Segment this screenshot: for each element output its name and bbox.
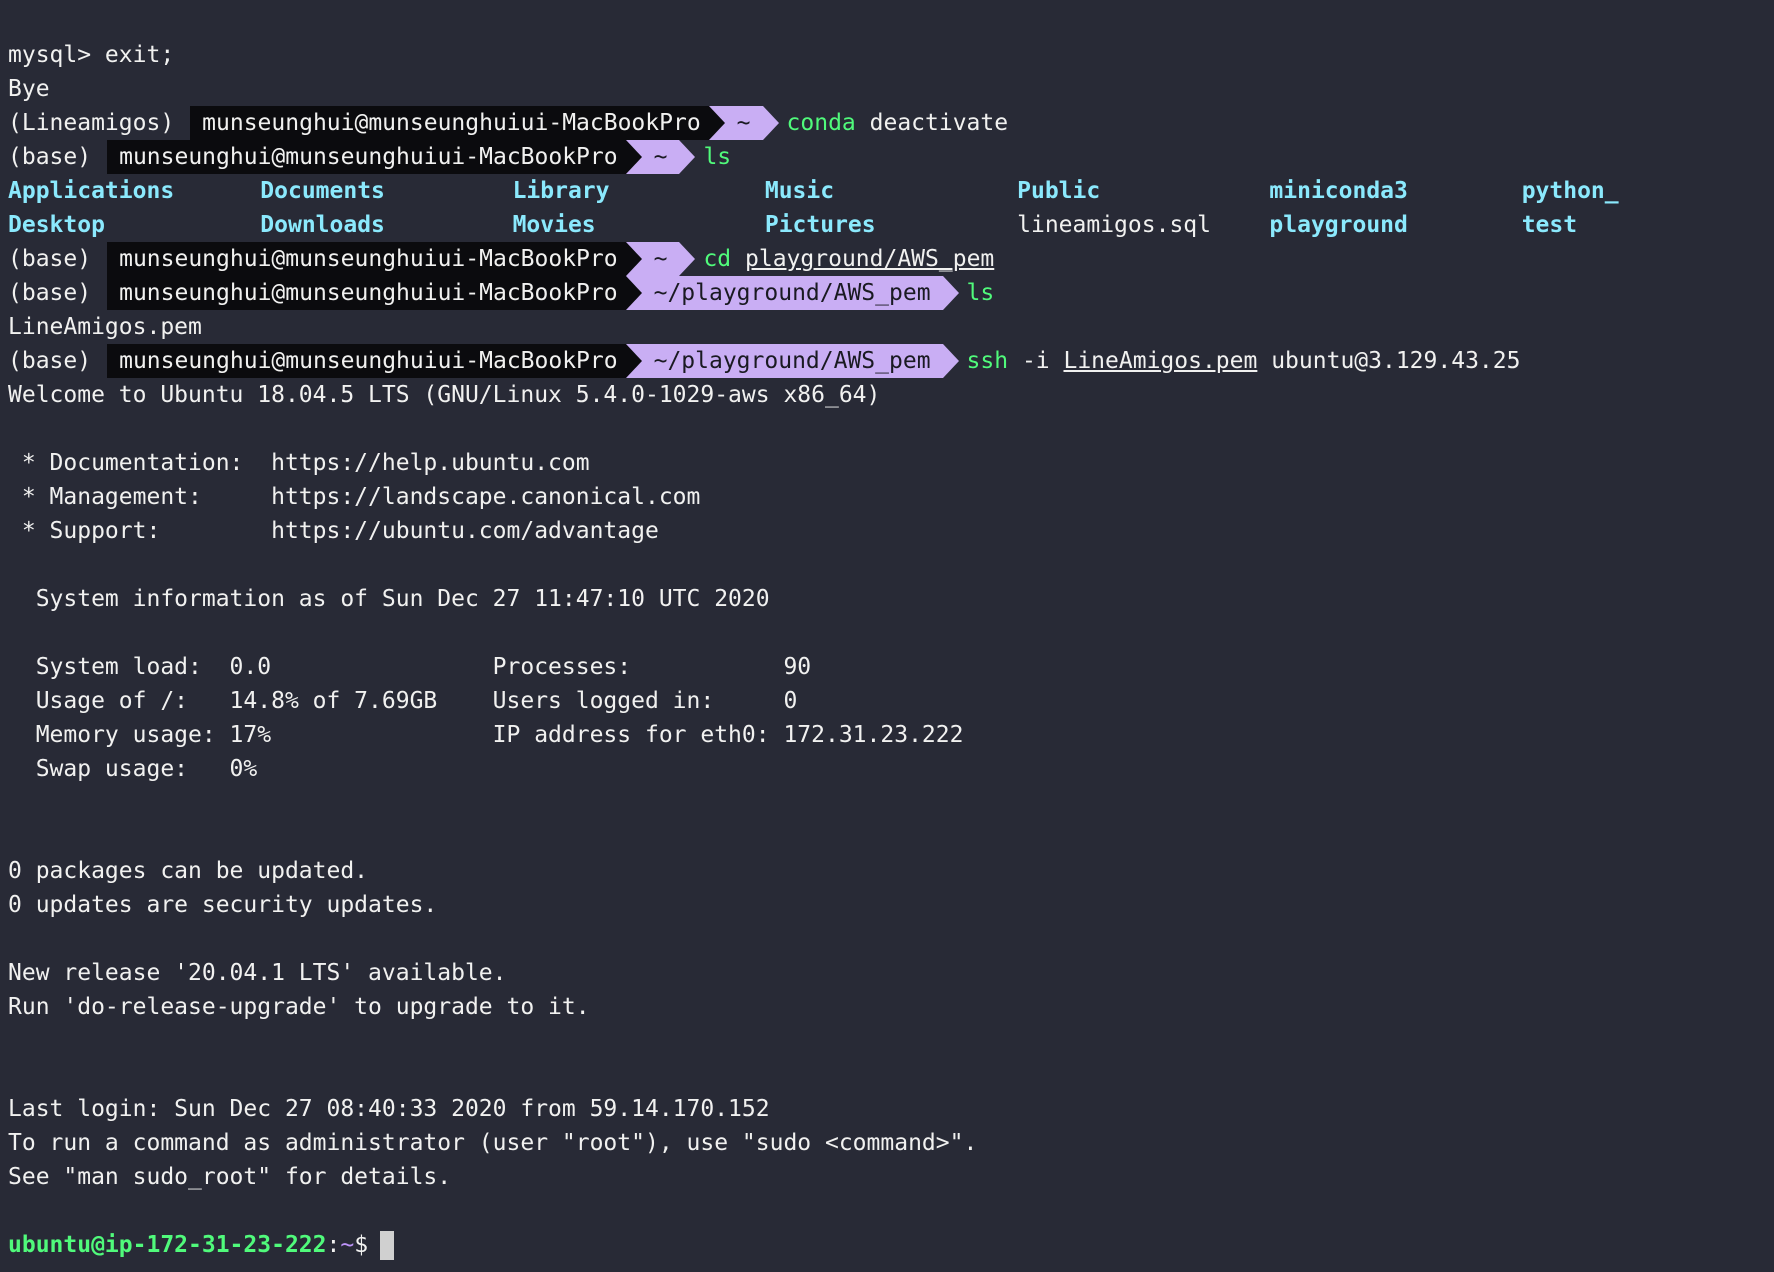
upgrade-hint: Run 'do-release-upgrade' to upgrade to i… — [8, 994, 590, 1020]
output-line: LineAmigos.pem — [8, 310, 1774, 344]
packages-status: 0 packages can be updated. — [8, 858, 369, 884]
prompt-line: (base) munseunghui@munseunghuiui-MacBook… — [8, 276, 1774, 310]
security-updates-status: 0 updates are security updates. — [8, 892, 438, 918]
remote-prompt-line[interactable]: ubuntu@ip-172-31-23-222:~$ — [8, 1228, 1774, 1262]
command: cd playground/AWS_pem — [679, 242, 994, 276]
output-line: System load: 0.0 Processes: 90 — [8, 650, 1774, 684]
env-name: (base) — [8, 144, 92, 170]
command-host-arg: ubuntu@3.129.43.25 — [1257, 348, 1521, 374]
ls-directory-entry: Downloads — [260, 212, 385, 238]
env-name: (base) — [8, 280, 92, 306]
prompt-directory: ~/playground/AWS_pem — [625, 276, 959, 310]
ls-directory-entry: python_ — [1521, 178, 1619, 204]
ls-directory-entry: Public — [1017, 178, 1101, 204]
output-line: To run a command as administrator (user … — [8, 1126, 1774, 1160]
mysql-exit-text: mysql> exit; — [8, 42, 175, 68]
command-name: ls — [966, 280, 995, 306]
output-line: Last login: Sun Dec 27 08:40:33 2020 fro… — [8, 1092, 1774, 1126]
welcome-banner: Welcome to Ubuntu 18.04.5 LTS (GNU/Linux… — [8, 382, 881, 408]
system-stat-line: Memory usage: 17% IP address for eth0: 1… — [8, 722, 964, 748]
command-key-arg: LineAmigos.pem — [1063, 348, 1258, 374]
prompt-line: (base) munseunghui@munseunghuiui-MacBook… — [8, 140, 1774, 174]
output-line: Memory usage: 17% IP address for eth0: 1… — [8, 718, 1774, 752]
system-stat-line: Usage of /: 14.8% of 7.69GB Users logged… — [8, 688, 798, 714]
bye-text: Bye — [8, 76, 50, 102]
output-line: Usage of /: 14.8% of 7.69GB Users logged… — [8, 684, 1774, 718]
output-line: 0 packages can be updated. — [8, 854, 1774, 888]
env-name: (base) — [8, 246, 92, 272]
pem-file-listing: LineAmigos.pem — [8, 314, 202, 340]
ls-directory-entry: Pictures — [764, 212, 876, 238]
command-name: ls — [703, 144, 732, 170]
env-name: (base) — [8, 348, 92, 374]
ls-output-row: Desktop Downloads Movies Pictures lineamigos… — [8, 208, 1774, 242]
ls-directory-entry: Documents — [260, 178, 385, 204]
support-link: * Support: https://ubuntu.com/advantage — [8, 518, 659, 544]
documentation-link: * Documentation: https://help.ubuntu.com — [8, 450, 590, 476]
ls-directory-entry: Applications — [8, 178, 175, 204]
output-line: Welcome to Ubuntu 18.04.5 LTS (GNU/Linux… — [8, 378, 1774, 412]
output-line: Bye — [8, 72, 1774, 106]
output-line: Run 'do-release-upgrade' to upgrade to i… — [8, 990, 1774, 1024]
prompt-directory: ~ — [625, 140, 696, 174]
prompt-user-host: munseunghui@munseunghuiui-MacBookPro — [190, 106, 713, 140]
system-info-header: System information as of Sun Dec 27 11:4… — [8, 586, 770, 612]
terminal-window[interactable]: mysql> exit; Bye (Lineamigos) munseunghu… — [0, 0, 1774, 1272]
prompt-user-host: munseunghui@munseunghuiui-MacBookPro — [107, 140, 630, 174]
management-link: * Management: https://landscape.canonica… — [8, 484, 701, 510]
ls-directory-entry: Music — [764, 178, 835, 204]
command-args: deactivate — [855, 110, 1009, 136]
output-line: System information as of Sun Dec 27 11:4… — [8, 582, 1774, 616]
prompt-user-host: munseunghui@munseunghuiui-MacBookPro — [107, 242, 630, 276]
prompt-line: (base) munseunghui@munseunghuiui-MacBook… — [8, 242, 1774, 276]
output-line: New release '20.04.1 LTS' available. — [8, 956, 1774, 990]
remote-user-host: ubuntu@ip-172-31-23-222 — [8, 1232, 327, 1258]
output-line: Swap usage: 0% — [8, 752, 1774, 786]
sudo-hint-details: See "man sudo_root" for details. — [8, 1164, 452, 1190]
output-line: * Support: https://ubuntu.com/advantage — [8, 514, 1774, 548]
command: conda deactivate — [763, 106, 1009, 140]
prompt-user-host: munseunghui@munseunghuiui-MacBookPro — [107, 276, 630, 310]
output-line: * Documentation: https://help.ubuntu.com — [8, 446, 1774, 480]
system-stat-line: Swap usage: 0% — [8, 756, 258, 782]
ls-directory-entry: test — [1521, 212, 1578, 238]
ls-directory-entry: Library — [512, 178, 610, 204]
last-login-text: Last login: Sun Dec 27 08:40:33 2020 fro… — [8, 1096, 770, 1122]
env-name: (Lineamigos) — [8, 110, 175, 136]
command-name: cd — [703, 246, 732, 272]
ls-directory-entry: Movies — [512, 212, 596, 238]
sudo-hint: To run a command as administrator (user … — [8, 1130, 978, 1156]
ls-output-row: Applications Documents Library Music Public m… — [8, 174, 1774, 208]
command: ssh -i LineAmigos.pem ubuntu@3.129.43.25 — [943, 344, 1521, 378]
prompt-line: (base) munseunghui@munseunghuiui-MacBook… — [8, 344, 1774, 378]
prompt-directory: ~ — [625, 242, 696, 276]
text-cursor[interactable] — [380, 1230, 395, 1260]
command-path-arg: playground/AWS_pem — [745, 246, 995, 272]
output-line: See "man sudo_root" for details. — [8, 1160, 1774, 1194]
ls-directory-entry: Desktop — [8, 212, 105, 238]
system-stat-line: System load: 0.0 Processes: 90 — [8, 654, 812, 680]
command-name: ssh — [966, 348, 1009, 374]
new-release-notice: New release '20.04.1 LTS' available. — [8, 960, 507, 986]
prompt-directory: ~ — [708, 106, 779, 140]
prompt-line: (Lineamigos) munseunghui@munseunghuiui-M… — [8, 106, 1774, 140]
ls-file-entry: lineamigos.sql — [1017, 212, 1211, 238]
ls-directory-entry: miniconda3 — [1269, 178, 1408, 204]
prompt-directory: ~/playground/AWS_pem — [625, 344, 959, 378]
remote-prompt-suffix: :~$ — [326, 1232, 369, 1258]
output-line: * Management: https://landscape.canonica… — [8, 480, 1774, 514]
prompt-user-host: munseunghui@munseunghuiui-MacBookPro — [107, 344, 630, 378]
output-line: 0 updates are security updates. — [8, 888, 1774, 922]
ls-directory-entry: playground — [1269, 212, 1408, 238]
command-name: conda — [786, 110, 856, 136]
output-line: mysql> exit; — [8, 38, 1774, 72]
command-flag: -i — [1008, 348, 1064, 374]
